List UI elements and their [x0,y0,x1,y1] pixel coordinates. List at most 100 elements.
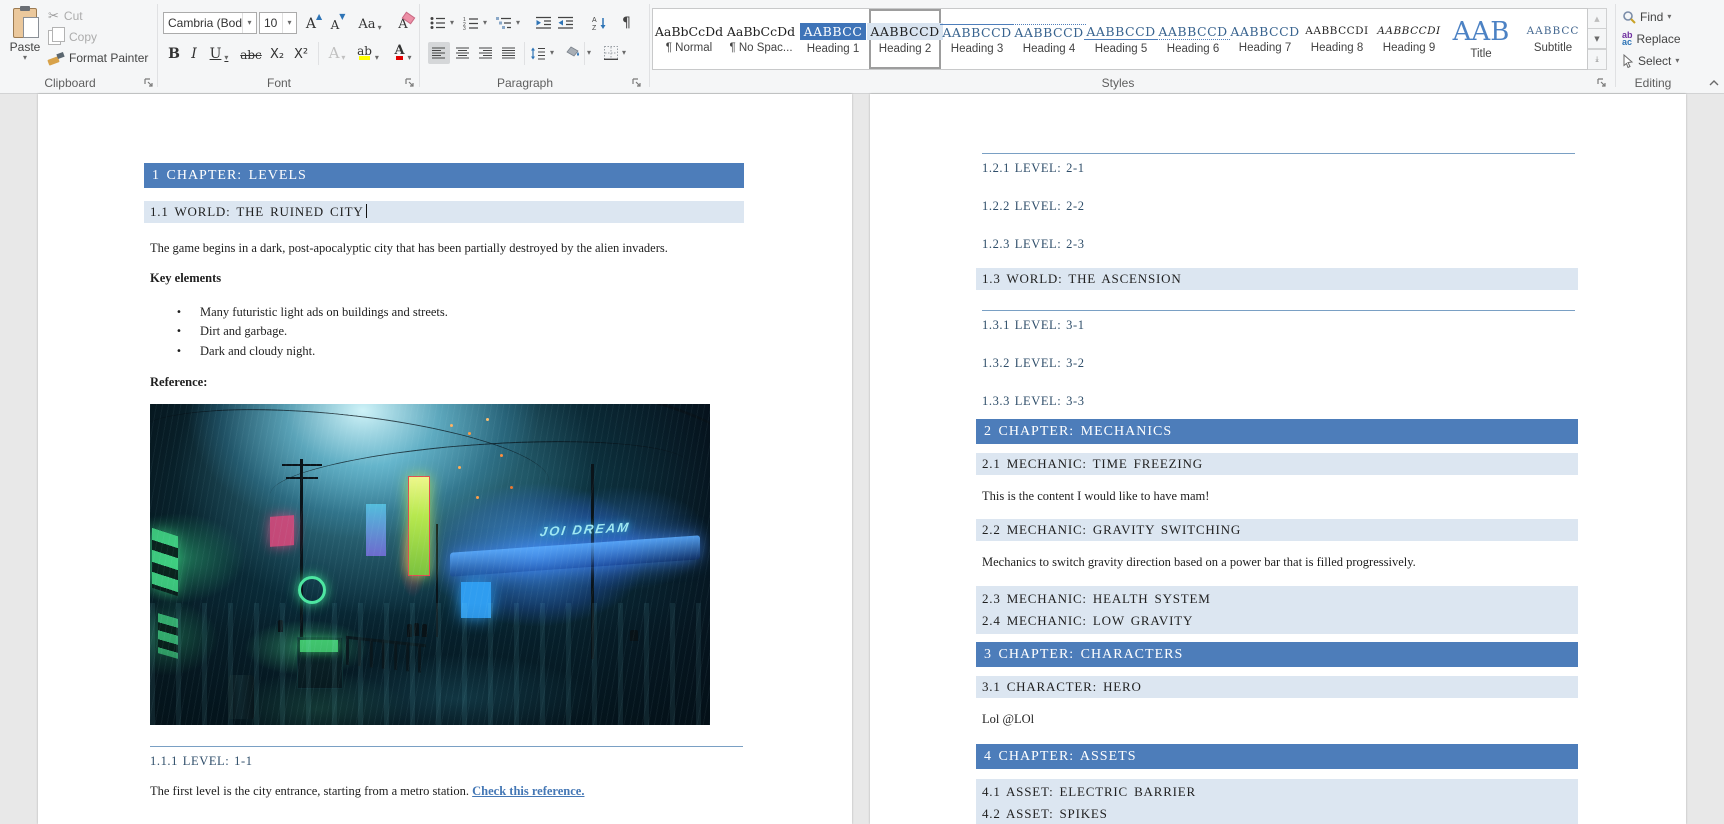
doc-paragraph[interactable]: Mechanics to switch gravity direction ba… [982,554,1578,571]
doc-heading2[interactable]: 1.3 WORLD: THE ASCENSION [976,268,1578,290]
style-item-heading4[interactable]: AABBCCDHeading 4 [1013,9,1085,69]
style-item-heading5[interactable]: AABBCCDHeading 5 [1085,9,1157,69]
borders-button[interactable]: ▾ [602,42,628,64]
doc-heading1[interactable]: 1 CHAPTER: LEVELS [144,163,744,188]
paste-dropdown-icon[interactable]: ▾ [23,54,27,62]
styles-scroll-down-icon[interactable]: ▼ [1588,29,1607,49]
doc-heading2[interactable]: 3.1 CHARACTER: HERO [976,676,1578,698]
doc-heading3[interactable]: 1.3.2 LEVEL: 3-2 [982,353,1575,373]
grow-font-button[interactable]: A ▲ [303,12,325,34]
copy-button[interactable]: Copy [46,27,99,47]
multilevel-list-button[interactable]: ▾ [494,12,522,34]
style-item-heading2[interactable]: AABBCCDHeading 2 [869,9,941,69]
style-item-heading6[interactable]: AABBCCDHeading 6 [1157,9,1229,69]
styles-gallery: AaBbCcDd¶ NormalAaBbCcDd¶ No Spac...AABB… [652,8,1588,70]
style-item-subtitle[interactable]: AABBCCSubtitle [1517,9,1588,69]
font-name-combo[interactable]: Cambria (Bod ▾ [163,12,257,34]
highlight-color-button[interactable]: ab ▾ [352,42,384,64]
doc-heading2[interactable]: 2.3 MECHANIC: HEALTH SYSTEM [982,588,1578,610]
align-center-button[interactable] [452,42,474,64]
bullet-icon: • [176,303,182,323]
doc-heading3[interactable]: 1.3.1 LEVEL: 3-1 [982,310,1575,335]
bullet-item[interactable]: •Dark and cloudy night. [144,342,744,362]
doc-paragraph[interactable]: The first level is the city entrance, st… [150,783,744,800]
justify-button[interactable] [498,42,520,64]
doc-paragraph[interactable]: Lol @LOl [982,711,1578,728]
doc-heading2[interactable]: 2.1 MECHANIC: TIME FREEZING [976,453,1578,475]
reference-link[interactable]: Check this reference. [472,784,584,798]
doc-paragraph[interactable]: This is the content I would like to have… [982,488,1578,505]
decrease-indent-button[interactable] [534,12,554,34]
doc-heading2[interactable]: 1.1 WORLD: THE RUINED CITY [144,201,744,223]
styles-gallery-expand-icon[interactable]: ⤓ [1588,49,1607,70]
font-size-combo[interactable]: 10 ▾ [259,12,297,34]
doc-paragraph-bold[interactable]: Reference: [150,374,744,391]
select-button[interactable]: Select ▾ [1622,51,1679,71]
underline-button[interactable]: U ▾ [204,42,234,64]
page-2[interactable]: 1.2.1 LEVEL: 2-1 1.2.2 LEVEL: 2-2 1.2.3 LE… [870,94,1686,824]
style-sample: AaBbCcDd [725,24,797,39]
superscript-button[interactable]: X² [290,42,312,64]
doc-heading3[interactable]: 1.2.2 LEVEL: 2-2 [982,196,1575,216]
style-item-nospacing[interactable]: AaBbCcDd¶ No Spac... [725,9,797,69]
shading-button[interactable]: ▾ [564,42,593,64]
doc-heading1[interactable]: 3 CHAPTER: CHARACTERS [976,642,1578,667]
styles-dialog-launcher[interactable] [1595,76,1608,89]
reference-image[interactable]: JOI DREAM [150,404,710,725]
clear-formatting-button[interactable]: A [391,12,415,34]
style-item-heading3[interactable]: AABBCCDHeading 3 [941,9,1013,69]
increase-indent-button[interactable] [556,12,576,34]
change-case-button[interactable]: Aa ▾ [355,12,385,34]
replace-button[interactable]: abac Replace [1622,29,1681,49]
doc-heading2[interactable]: 4.1 ASSET: ELECTRIC BARRIER [982,781,1578,803]
style-label: Heading 6 [1167,43,1219,55]
doc-heading3[interactable]: 1.3.3 LEVEL: 3-3 [982,391,1575,411]
superscript-icon: X² [294,47,308,62]
text-effects-button[interactable]: A ▾ [324,42,350,64]
style-item-heading7[interactable]: AABBCCDHeading 7 [1229,9,1301,69]
doc-heading1[interactable]: 4 CHAPTER: ASSETS [976,744,1578,769]
doc-heading3[interactable]: 1.2.3 LEVEL: 2-3 [982,234,1575,254]
format-painter-button[interactable]: Format Painter [46,48,150,68]
doc-heading3[interactable]: 1.2.1 LEVEL: 2-1 [982,153,1575,178]
bullet-item[interactable]: •Dirt and garbage. [144,322,744,342]
styles-scroll-up-icon[interactable]: ▲ [1588,8,1607,29]
sort-button[interactable]: AZ [590,12,610,34]
align-left-button[interactable] [428,42,450,64]
bullet-item[interactable]: •Many futuristic light ads on buildings … [144,303,744,323]
doc-heading2[interactable]: 2.4 MECHANIC: LOW GRAVITY [982,610,1578,632]
font-size-dropdown-icon[interactable]: ▾ [282,13,296,33]
italic-button[interactable]: I [186,42,202,64]
doc-heading3[interactable]: 1.1.1 LEVEL: 1-1 [150,746,743,771]
doc-heading1[interactable]: 2 CHAPTER: MECHANICS [976,419,1578,444]
style-item-heading1[interactable]: AABBCCHeading 1 [797,9,869,69]
styles-group-label: Styles [1068,76,1168,90]
style-item-normal[interactable]: AaBbCcDd¶ Normal [653,9,725,69]
clipboard-dialog-launcher[interactable] [142,76,155,89]
doc-heading2[interactable]: 2.2 MECHANIC: GRAVITY SWITCHING [976,519,1578,541]
doc-paragraph-bold[interactable]: Key elements [150,270,744,287]
collapse-ribbon-icon[interactable] [1708,77,1720,89]
numbering-button[interactable]: 123 ▾ [461,12,489,34]
shrink-font-button[interactable]: A ▼ [327,12,349,34]
bold-button[interactable]: B [164,42,184,64]
style-item-heading8[interactable]: AABBCCDIHeading 8 [1301,9,1373,69]
font-group-label: Font [229,76,329,90]
bullets-button[interactable]: ▾ [428,12,456,34]
find-button[interactable]: Find ▾ [1622,7,1671,27]
font-name-dropdown-icon[interactable]: ▾ [242,13,256,33]
font-color-button[interactable]: A ▾ [388,42,418,64]
doc-heading2[interactable]: 4.2 ASSET: SPIKES [982,803,1578,824]
doc-paragraph[interactable]: The game begins in a dark, post-apocalyp… [150,240,744,257]
style-item-heading9[interactable]: AABBCCDIHeading 9 [1373,9,1445,69]
font-dialog-launcher[interactable] [403,76,416,89]
page-1[interactable]: 1 CHAPTER: LEVELS 1.1 WORLD: THE RUINED … [38,94,852,824]
align-right-button[interactable] [475,42,497,64]
style-item-title[interactable]: AABTitle [1445,9,1517,69]
cut-button[interactable]: ✂ Cut [46,6,85,26]
strikethrough-button[interactable]: abc [238,42,264,64]
paragraph-dialog-launcher[interactable] [630,76,643,89]
line-spacing-button[interactable]: ▾ [528,42,556,64]
show-paragraph-marks-button[interactable]: ¶ [620,12,633,34]
subscript-button[interactable]: X₂ [266,42,288,64]
